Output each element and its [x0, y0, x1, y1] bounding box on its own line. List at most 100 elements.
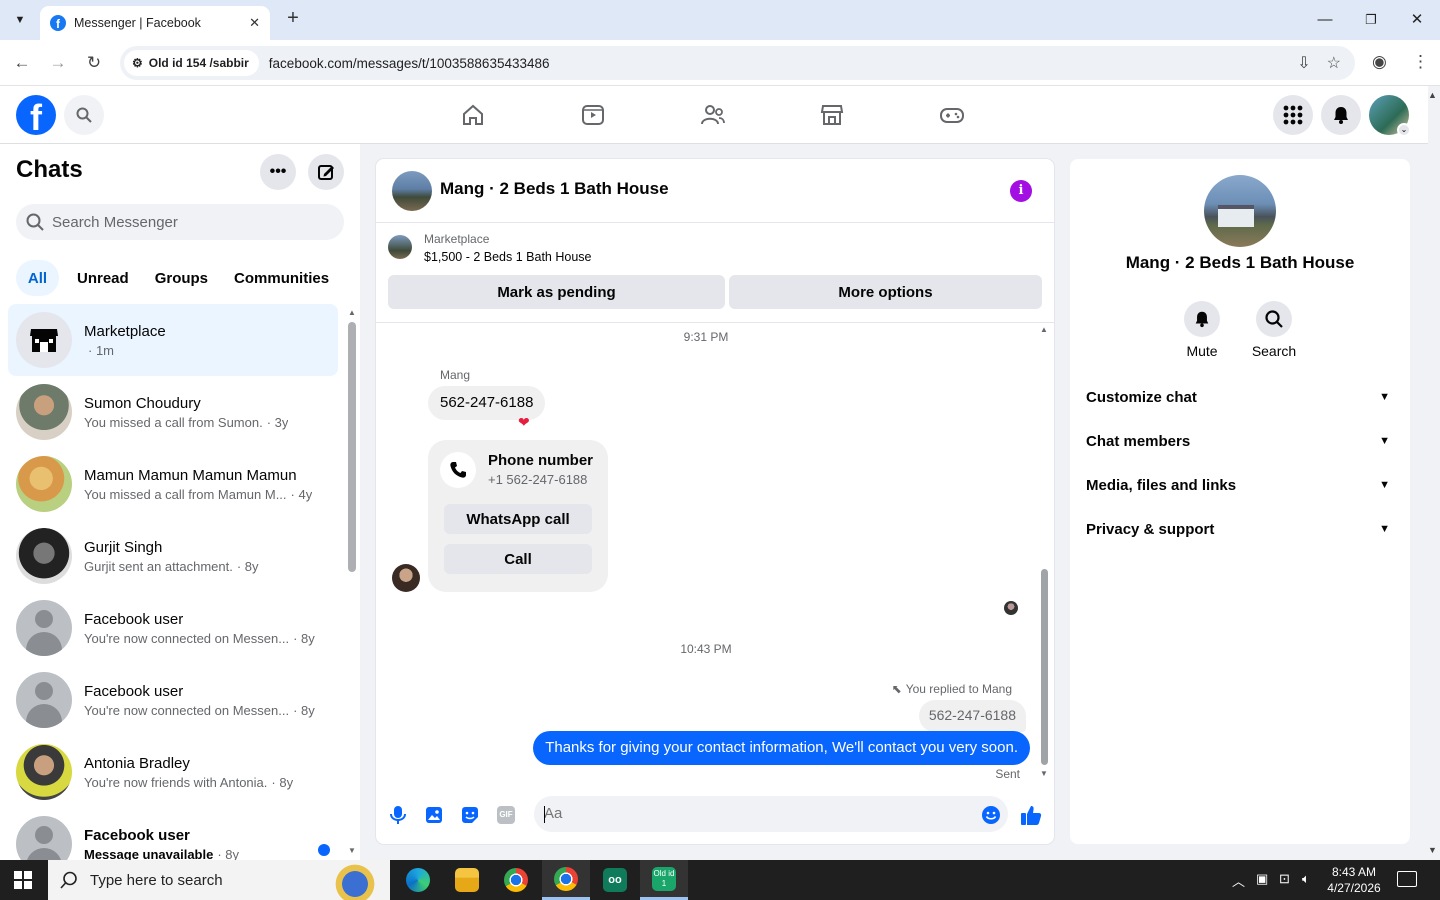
info-icon[interactable]: i	[1010, 180, 1032, 202]
list-item[interactable]: Antonia Bradley You're now friends with …	[8, 736, 338, 808]
tray-chevron-up-icon[interactable]: ︿	[1232, 871, 1245, 890]
list-item[interactable]: Mamun Mamun Mamun Mamun You missed a cal…	[8, 448, 338, 520]
volume-icon[interactable]: 🔈︎	[1302, 871, 1310, 887]
tab-search-dropdown-icon[interactable]: ▼	[8, 8, 32, 32]
site-info-chip[interactable]: ⚙ Old id 154 /sabbir	[124, 50, 259, 76]
browser-tab[interactable]: f Messenger | Facebook ✕	[40, 6, 270, 40]
more-options-button[interactable]: More options	[729, 275, 1042, 309]
tab-title: Messenger | Facebook	[74, 16, 201, 30]
unread-dot	[318, 844, 330, 856]
emoji-icon[interactable]	[980, 804, 1002, 826]
facebook-header: f ⌄	[0, 86, 1428, 144]
filter-unread[interactable]: Unread	[67, 260, 137, 296]
call-button[interactable]: Call	[444, 544, 592, 574]
menu-grid-icon[interactable]	[1273, 95, 1313, 135]
app-qo-icon[interactable]: oo	[591, 860, 639, 900]
filter-all[interactable]: All	[16, 260, 59, 296]
chevron-down-icon: ▼	[1379, 435, 1390, 447]
section-label: Media, files and links	[1086, 476, 1237, 494]
site-settings-icon: ⚙	[132, 56, 143, 70]
heart-reaction-icon[interactable]: ❤	[518, 414, 530, 431]
page-scroll-up-icon[interactable]: ▲	[1428, 90, 1437, 100]
whatsapp-call-button[interactable]: WhatsApp call	[444, 504, 592, 534]
edge-icon[interactable]	[394, 860, 442, 900]
forward-icon[interactable]: →	[46, 51, 70, 75]
listing-thumbnail[interactable]	[388, 235, 412, 259]
conversation-title[interactable]: Mang · 2 Beds 1 Bath House	[440, 179, 669, 199]
microphone-icon[interactable]	[387, 804, 409, 826]
video-icon[interactable]	[578, 100, 608, 130]
quoted-message[interactable]: 562-247-6188	[918, 700, 1026, 732]
new-tab-icon[interactable]: +	[282, 8, 304, 30]
chrome-icon[interactable]	[492, 860, 540, 900]
sidebar-scroll-down-icon[interactable]: ▼	[348, 846, 356, 855]
window-close-icon[interactable]: ✕	[1405, 8, 1429, 32]
outgoing-message[interactable]: Thanks for giving your contact informati…	[533, 731, 1030, 765]
chrome-profile-icon[interactable]	[542, 860, 590, 900]
notifications-bell-icon[interactable]	[1321, 95, 1361, 135]
chat-time: · 3y	[266, 414, 289, 430]
thumbs-up-icon[interactable]	[1020, 804, 1042, 826]
page-scroll-down-icon[interactable]: ▼	[1428, 845, 1437, 855]
sidebar-scrollbar[interactable]	[348, 322, 356, 572]
account-avatar[interactable]: ⌄	[1369, 95, 1411, 137]
chats-heading: Chats	[16, 156, 83, 183]
minimize-icon[interactable]: —	[1313, 8, 1337, 32]
mute-button[interactable]: Mute	[1172, 301, 1232, 359]
chat-snippet: You missed a call from Mamun M...	[84, 486, 287, 502]
chat-members-section[interactable]: Chat members ▼	[1086, 419, 1396, 463]
message-input[interactable]	[534, 796, 1008, 832]
privacy-support-section[interactable]: Privacy & support ▼	[1086, 507, 1396, 551]
old-id-app-icon[interactable]: Old id 1	[640, 860, 688, 900]
windows-start-icon[interactable]	[14, 871, 32, 889]
meet-now-icon[interactable]: ▣	[1256, 871, 1268, 887]
tab-close-icon[interactable]: ✕	[249, 15, 260, 31]
gaming-icon[interactable]	[937, 100, 967, 130]
mark-as-pending-button[interactable]: Mark as pending	[388, 275, 725, 309]
reload-icon[interactable]: ↻	[82, 51, 106, 75]
list-item[interactable]: Gurjit Singh Gurjit sent an attachment. ·…	[8, 520, 338, 592]
messenger-search-input[interactable]: Search Messenger	[16, 204, 344, 240]
filter-communities[interactable]: Communities	[224, 260, 337, 296]
chat-options-icon[interactable]: •••	[260, 154, 296, 190]
conversation-avatar[interactable]	[392, 171, 432, 211]
marketplace-icon[interactable]	[817, 100, 847, 130]
facebook-logo-icon[interactable]: f	[16, 95, 56, 135]
back-icon[interactable]: ←	[10, 51, 34, 75]
sender-avatar[interactable]	[392, 564, 420, 592]
listing-title[interactable]: $1,500 - 2 Beds 1 Bath House	[424, 250, 591, 264]
search-in-conversation-button[interactable]: Search	[1244, 301, 1304, 359]
network-icon[interactable]: ⊡	[1279, 871, 1290, 887]
thread-scroll-up-icon[interactable]: ▲	[1040, 325, 1048, 334]
photo-icon[interactable]	[423, 804, 445, 826]
bookmark-star-icon[interactable]: ☆	[1327, 53, 1341, 73]
home-icon[interactable]	[458, 100, 488, 130]
list-item[interactable]: Facebook user You're now connected on Me…	[8, 664, 338, 736]
facebook-search-icon[interactable]	[64, 95, 104, 135]
new-message-icon[interactable]	[308, 154, 344, 190]
file-explorer-icon[interactable]	[443, 860, 491, 900]
taskbar-search-input[interactable]: Type here to search	[48, 860, 390, 900]
filter-groups[interactable]: Groups	[145, 260, 216, 296]
install-app-icon[interactable]: ⇩	[1297, 53, 1310, 73]
thread-scrollbar[interactable]	[1041, 569, 1048, 765]
list-item[interactable]: Marketplace · 1m	[8, 304, 338, 376]
sticker-icon[interactable]	[459, 804, 481, 826]
address-bar[interactable]: ⚙ Old id 154 /sabbir facebook.com/messag…	[120, 46, 1355, 80]
media-files-links-section[interactable]: Media, files and links ▼	[1086, 463, 1396, 507]
maximize-icon[interactable]: ❐	[1359, 8, 1383, 32]
browser-menu-icon[interactable]: ⋮	[1412, 52, 1429, 72]
customize-chat-section[interactable]: Customize chat ▼	[1086, 375, 1396, 419]
taskbar-clock[interactable]: 8:43 AM 4/27/2026	[1318, 864, 1390, 896]
sidebar-scroll-up-icon[interactable]: ▲	[348, 308, 356, 317]
thread-scroll-down-icon[interactable]: ▼	[1040, 769, 1048, 778]
clock-date: 4/27/2026	[1327, 881, 1381, 895]
gif-icon[interactable]: GIF	[495, 804, 517, 826]
chat-time: · 8y	[293, 702, 315, 718]
list-item[interactable]: Facebook user You're now connected on Me…	[8, 592, 338, 664]
profile-icon[interactable]: ◉	[1372, 52, 1387, 72]
friends-icon[interactable]	[698, 100, 728, 130]
details-avatar[interactable]	[1204, 175, 1276, 247]
list-item[interactable]: Sumon Choudury You missed a call from Su…	[8, 376, 338, 448]
notification-center-icon[interactable]	[1397, 871, 1417, 887]
